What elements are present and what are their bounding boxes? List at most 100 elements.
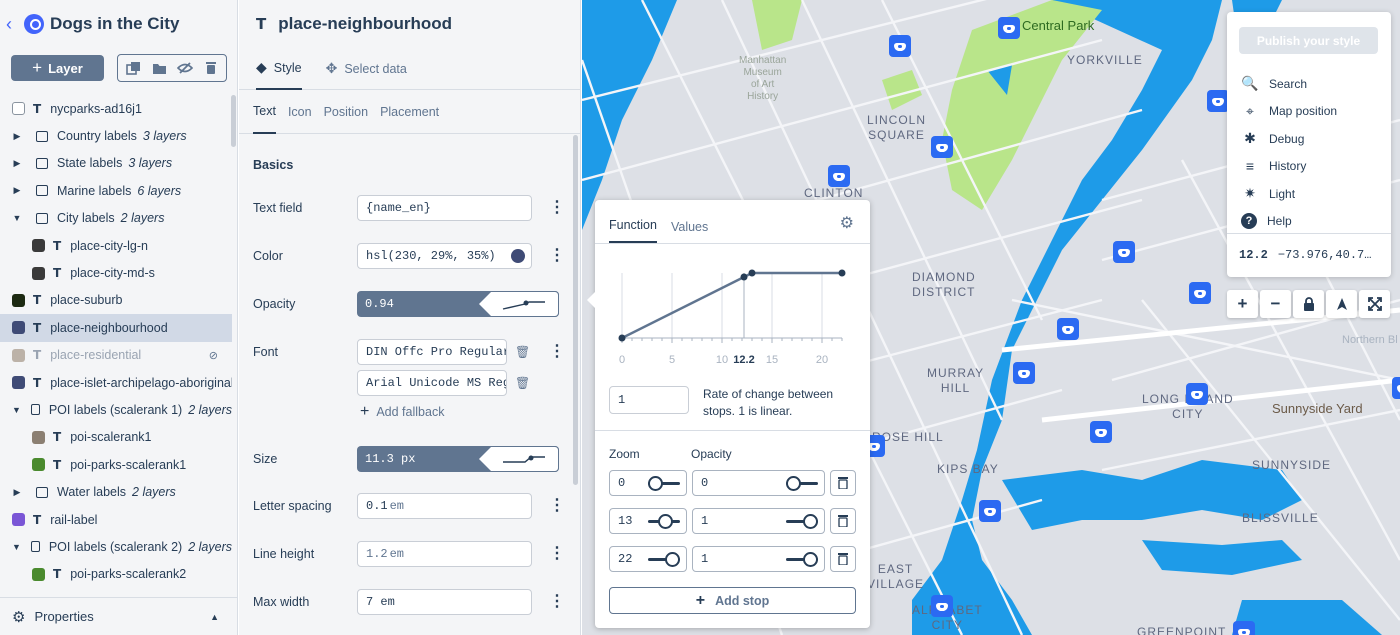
group-layers-button[interactable] — [147, 57, 171, 79]
tab-select-data[interactable]: ✥ Select data — [326, 48, 407, 90]
dog-marker-icon[interactable] — [1057, 318, 1079, 340]
caret-right-icon[interactable]: ▶ — [12, 131, 22, 142]
gear-icon[interactable]: ⚙ — [840, 213, 854, 233]
lock-button[interactable] — [1293, 290, 1324, 318]
opacity-function-toggle[interactable] — [479, 291, 559, 317]
menu-item-debug[interactable]: ✱ Debug — [1241, 130, 1304, 147]
menu-item-map-position[interactable]: ⌖ Map position — [1241, 103, 1337, 120]
layer-row[interactable]: Tplace-suburb — [0, 287, 232, 314]
slider-knob[interactable] — [803, 552, 818, 567]
stop-point[interactable] — [748, 269, 756, 277]
layer-row[interactable]: ▶ State labels 3 layers — [0, 150, 232, 177]
layer-row[interactable]: Tplace-residential ⊘ — [0, 342, 232, 369]
layer-row[interactable]: Tpoi-scalerank1 — [0, 424, 232, 451]
add-stop-button[interactable]: + Add stop — [609, 587, 856, 614]
caret-right-icon[interactable]: ▶ — [12, 158, 22, 169]
layer-row[interactable]: ▼ POI labels (scalerank 2) 2 layers — [0, 533, 232, 560]
caret-down-icon[interactable]: ▼ — [12, 542, 21, 552]
layer-row[interactable]: Tnycparks-ad16j1 — [0, 95, 232, 122]
panel-scrollbar[interactable] — [573, 135, 578, 485]
back-chevron-icon[interactable]: ‹ — [6, 14, 22, 35]
slider-knob[interactable] — [803, 514, 818, 529]
font-more-icon[interactable]: ⋮ — [549, 344, 565, 360]
dog-marker-icon[interactable] — [1207, 90, 1229, 112]
dog-marker-icon[interactable] — [1189, 282, 1211, 304]
slider-knob[interactable] — [648, 476, 663, 491]
slider-knob[interactable] — [658, 514, 674, 529]
letter-spacing-more-icon[interactable]: ⋮ — [549, 498, 565, 514]
subtab-text[interactable]: Text — [253, 90, 276, 134]
tab-style[interactable]: ◆ Style — [256, 48, 302, 90]
stop-zoom-input[interactable]: 0 — [609, 470, 687, 496]
subtab-position[interactable]: Position — [324, 90, 368, 134]
layer-row[interactable]: ▶ Marine labels 6 layers — [0, 177, 232, 204]
menu-item-help[interactable]: ? Help — [1241, 212, 1292, 229]
fullscreen-button[interactable] — [1359, 290, 1390, 318]
delete-layer-button[interactable] — [199, 57, 223, 79]
zoom-out-button[interactable]: − — [1260, 290, 1291, 318]
font-input-1[interactable]: DIN Offc Pro Regular — [357, 339, 507, 365]
delete-stop-button[interactable] — [830, 546, 856, 572]
color-input[interactable]: hsl(230, 29%, 35%) — [357, 243, 532, 269]
font-2-trash-icon[interactable]: 🗑 — [515, 376, 530, 390]
dog-marker-icon[interactable] — [1186, 383, 1208, 405]
max-width-input[interactable]: 7 em — [357, 589, 532, 615]
line-height-input[interactable]: 1.2 em — [357, 541, 532, 567]
dog-marker-icon[interactable] — [979, 500, 1001, 522]
dog-marker-icon[interactable] — [889, 35, 911, 57]
dog-marker-icon[interactable] — [1233, 621, 1255, 635]
font-input-2[interactable]: Arial Unicode MS Reg — [357, 370, 507, 396]
delete-stop-button[interactable] — [830, 470, 856, 496]
zoom-in-button[interactable]: + — [1227, 290, 1258, 318]
dog-marker-icon[interactable] — [998, 17, 1020, 39]
layer-row[interactable]: Tplace-city-lg-n — [0, 232, 232, 259]
delete-stop-button[interactable] — [830, 508, 856, 534]
layer-row[interactable]: Trail-label — [0, 506, 232, 533]
hide-layer-button[interactable] — [173, 57, 197, 79]
caret-down-icon[interactable]: ▼ — [12, 405, 21, 415]
layer-list-scrollbar[interactable] — [231, 95, 236, 147]
stop-zoom-input[interactable]: 22 — [609, 546, 687, 572]
stop-value-slider[interactable] — [786, 552, 818, 567]
tab-values[interactable]: Values — [671, 220, 708, 243]
stop-value-slider[interactable] — [786, 514, 818, 529]
layer-row[interactable]: ▶ Country labels 3 layers — [0, 122, 232, 149]
line-height-more-icon[interactable]: ⋮ — [549, 546, 565, 562]
layer-row[interactable]: Tplace-islet-archipelago-aboriginal — [0, 369, 232, 396]
rate-input[interactable]: 1 — [609, 386, 689, 414]
dog-marker-icon[interactable] — [828, 165, 850, 187]
subtab-icon[interactable]: Icon — [288, 90, 312, 134]
stop-zoom-input[interactable]: 13 — [609, 508, 687, 534]
slider-knob[interactable] — [665, 552, 680, 567]
dog-marker-icon[interactable] — [1090, 421, 1112, 443]
font-1-trash-icon[interactable]: 🗑 — [515, 345, 530, 359]
max-width-more-icon[interactable]: ⋮ — [549, 594, 565, 610]
layer-row[interactable]: ▶ Water labels 2 layers — [0, 478, 232, 505]
color-swatch[interactable] — [511, 249, 525, 263]
dog-marker-icon[interactable] — [1392, 377, 1400, 399]
size-function-toggle[interactable] — [479, 446, 559, 472]
stop-zoom-slider[interactable] — [648, 552, 680, 567]
text-field-more-icon[interactable]: ⋮ — [549, 200, 565, 216]
stop-point[interactable] — [838, 269, 846, 277]
dog-marker-icon[interactable] — [931, 595, 953, 617]
color-more-icon[interactable]: ⋮ — [549, 248, 565, 264]
layer-row[interactable]: Tpoi-parks-scalerank2 — [0, 561, 232, 588]
layer-row[interactable]: Tplace-city-md-s — [0, 259, 232, 286]
caret-right-icon[interactable]: ▶ — [12, 487, 22, 498]
publish-button[interactable]: Publish your style — [1239, 27, 1378, 54]
compass-button[interactable] — [1326, 290, 1357, 318]
caret-down-icon[interactable]: ▼ — [12, 213, 22, 223]
tab-function[interactable]: Function — [609, 218, 657, 243]
slider-knob[interactable] — [786, 476, 801, 491]
layer-row[interactable]: ▼ City labels 2 layers — [0, 205, 232, 232]
opacity-function-field[interactable]: 0.94 — [357, 291, 559, 317]
layer-row[interactable]: Tplace-neighbourhood — [0, 314, 232, 342]
menu-item-history[interactable]: ≡ History — [1241, 158, 1306, 174]
letter-spacing-input[interactable]: 0.1 em — [357, 493, 532, 519]
add-fallback-button[interactable]: + Add fallback — [360, 403, 444, 421]
stop-point[interactable] — [618, 334, 626, 342]
caret-right-icon[interactable]: ▶ — [12, 185, 22, 196]
dog-marker-icon[interactable] — [931, 136, 953, 158]
stop-zoom-slider[interactable] — [648, 476, 680, 491]
